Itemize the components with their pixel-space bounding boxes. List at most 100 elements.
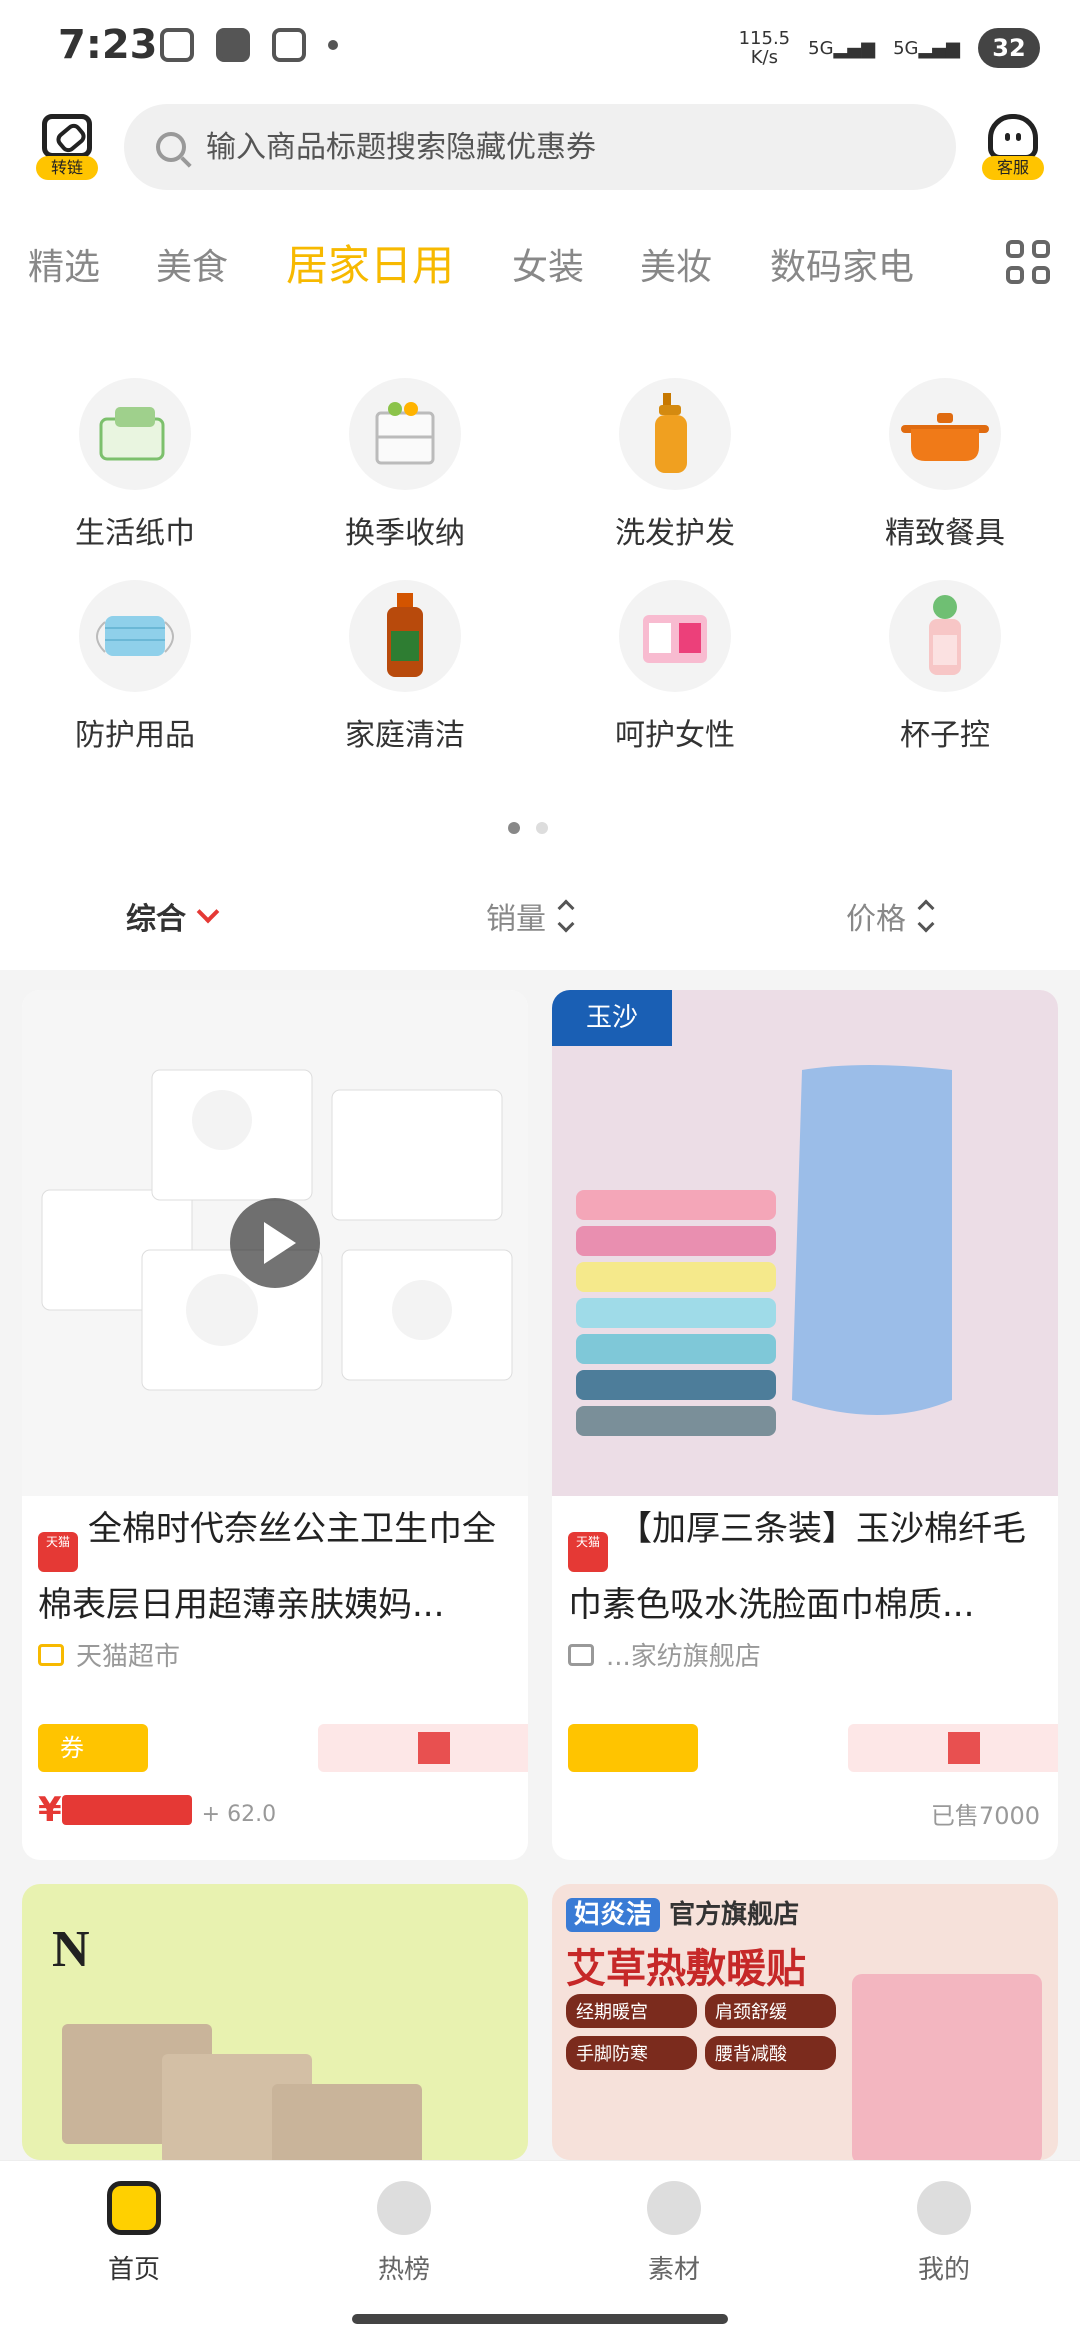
coupon-badge: 券 xyxy=(38,1724,148,1772)
shop-row[interactable]: ...家纺旗舰店 xyxy=(552,1628,1058,1681)
shop-name: ...家纺旗舰店 xyxy=(606,1642,761,1672)
promo-tag: 经期暖宫 xyxy=(566,1994,697,2028)
sort-price[interactable]: 价格 xyxy=(846,894,935,938)
product-title: 天猫 全棉时代奈丝公主卫生巾全棉表层日用超薄亲肤姨妈... xyxy=(22,1496,528,1628)
subcategory-label: 家庭清洁 xyxy=(345,718,465,753)
signal-icon: 5G▂▄▆ xyxy=(808,37,876,59)
home-icon xyxy=(107,2181,161,2235)
sort-price-label: 价格 xyxy=(846,902,906,937)
all-categories-icon[interactable] xyxy=(1006,240,1050,284)
tab-food[interactable]: 美食 xyxy=(156,238,228,290)
subcategory-item[interactable]: 防护用品 xyxy=(35,580,235,754)
shop-name: 天猫超市 xyxy=(76,1642,181,1672)
subcategory-item[interactable]: 杯子控 xyxy=(845,580,1045,754)
product-title-text: 全棉时代奈丝公主卫生巾全棉表层日用超薄亲肤姨妈... xyxy=(38,1509,496,1625)
page-indicator xyxy=(508,822,548,834)
disinfectant-icon xyxy=(349,580,461,692)
subcategory-item[interactable]: 生活纸巾 xyxy=(35,378,235,552)
nav-materials[interactable]: 素材 xyxy=(584,2181,764,2286)
signal-icon-2: 5G▂▄▆ xyxy=(893,37,960,59)
customer-service-label: 客服 xyxy=(982,156,1044,180)
product-title: 天猫 【加厚三条装】玉沙棉纤毛巾素色吸水洗脸面巾棉质... xyxy=(552,1496,1058,1628)
tab-womens-clothing[interactable]: 女装 xyxy=(512,238,584,290)
convert-link-label: 转链 xyxy=(36,156,98,180)
subcategory-label: 生活纸巾 xyxy=(75,516,195,551)
sold-count: 已售7000 xyxy=(930,1802,1040,1830)
convert-link-button[interactable]: 转链 xyxy=(36,114,98,180)
status-system-icons: 115.5 K/s 5G▂▄▆ 5G▂▄▆ 32 xyxy=(739,28,1040,68)
rebate-text: + 62.0 xyxy=(201,1802,277,1827)
product-title-text: 【加厚三条装】玉沙棉纤毛巾素色吸水洗脸面巾棉质... xyxy=(568,1509,1026,1625)
coupon-row xyxy=(568,1724,1058,1774)
promo-card[interactable]: N xyxy=(22,1884,528,2160)
subcategory-item[interactable]: 呵护女性 xyxy=(575,580,775,754)
service-face-icon xyxy=(988,114,1038,160)
coupon-row: 券 xyxy=(38,1724,528,1774)
scan-icon xyxy=(272,28,306,62)
storage-box-icon xyxy=(349,378,461,490)
promo-card[interactable]: 妇炎洁 官方旗舰店 艾草热敷暖贴 经期暖宫 肩颈舒缓 手脚防寒 腰背减酸 xyxy=(552,1884,1058,2160)
product-card[interactable]: 玉沙 天猫 【加厚三条装】玉沙棉纤毛巾素色吸水洗脸面巾棉质... ...家纺旗舰店… xyxy=(552,990,1058,1860)
promo-product-image xyxy=(852,1974,1042,2160)
promo-tags: 经期暖宫 肩颈舒缓 手脚防寒 腰背减酸 xyxy=(566,1994,836,2070)
nav-hot-list[interactable]: 热榜 xyxy=(314,2181,494,2286)
screenshot-icon xyxy=(160,28,194,62)
product-image: 玉沙 xyxy=(552,990,1058,1496)
nav-home-label: 首页 xyxy=(107,2255,160,2285)
coupon-badge xyxy=(568,1724,698,1772)
tab-featured[interactable]: 精选 xyxy=(28,238,100,290)
sort-combined-label: 综合 xyxy=(126,902,186,937)
mask-icon xyxy=(79,580,191,692)
speed-unit: K/s xyxy=(750,47,778,68)
status-bar: 7:23 115.5 K/s 5G▂▄▆ 5G▂▄▆ 32 xyxy=(0,0,1080,100)
customer-service-button[interactable]: 客服 xyxy=(982,114,1044,180)
subcategory-label: 换季收纳 xyxy=(345,516,465,551)
rebate-badge xyxy=(318,1724,528,1772)
network-speed: 115.5 K/s xyxy=(739,29,791,67)
more-dot-icon xyxy=(328,40,338,50)
play-video-icon[interactable] xyxy=(230,1198,320,1288)
product-image xyxy=(22,990,528,1496)
sort-sales[interactable]: 销量 xyxy=(486,894,575,938)
flame-icon xyxy=(377,2181,431,2235)
sort-combined[interactable]: 综合 xyxy=(126,894,220,938)
pad-icon xyxy=(619,580,731,692)
tissue-icon xyxy=(79,378,191,490)
pot-icon xyxy=(889,378,1001,490)
subcategory-item[interactable]: 换季收纳 xyxy=(305,378,505,552)
tmall-badge: 天猫 xyxy=(38,1532,78,1572)
sort-bar: 综合 销量 价格 xyxy=(0,880,1080,970)
product-card[interactable]: 天猫 全棉时代奈丝公主卫生巾全棉表层日用超薄亲肤姨妈... 天猫超市 券 ¥ + 6… xyxy=(22,990,528,1860)
nav-hot-list-label: 热榜 xyxy=(377,2255,430,2285)
search-bar[interactable] xyxy=(124,104,956,190)
subcategory-label: 精致餐具 xyxy=(885,516,1005,551)
subcategory-label: 防护用品 xyxy=(75,718,195,753)
subcategory-item[interactable]: 精致餐具 xyxy=(845,378,1045,552)
user-icon xyxy=(917,2181,971,2235)
gesture-home-bar[interactable] xyxy=(352,2314,728,2324)
tab-electronics[interactable]: 数码家电 xyxy=(770,238,914,290)
subcategory-label: 呵护女性 xyxy=(615,718,735,753)
nav-home[interactable]: 首页 xyxy=(44,2181,224,2286)
promo-tag: 手脚防寒 xyxy=(566,2036,697,2070)
status-notification-icons xyxy=(160,28,338,62)
promo-headline: 艾草热敷暖贴 xyxy=(566,1946,806,1992)
sort-arrows-icon xyxy=(917,899,935,933)
store-icon xyxy=(38,1643,64,1666)
battery-icon: 32 xyxy=(978,28,1040,68)
brand-logo: 玉沙 xyxy=(552,990,672,1046)
tmall-badge: 天猫 xyxy=(568,1532,608,1572)
subcategory-label: 杯子控 xyxy=(900,718,990,753)
search-input[interactable] xyxy=(204,128,908,166)
tab-beauty[interactable]: 美妆 xyxy=(640,238,712,290)
sort-arrows-icon xyxy=(557,899,575,933)
app-check-icon xyxy=(216,28,250,62)
tab-home-daily[interactable]: 居家日用 xyxy=(286,232,454,293)
promo-tag: 肩颈舒缓 xyxy=(705,1994,836,2028)
nav-profile[interactable]: 我的 xyxy=(854,2181,1034,2286)
shop-row[interactable]: 天猫超市 xyxy=(22,1628,528,1681)
subcategory-item[interactable]: 家庭清洁 xyxy=(305,580,505,754)
promo-brand: 妇炎洁 xyxy=(566,1898,661,1932)
speed-value: 115.5 xyxy=(738,28,791,49)
subcategory-item[interactable]: 洗发护发 xyxy=(575,378,775,552)
